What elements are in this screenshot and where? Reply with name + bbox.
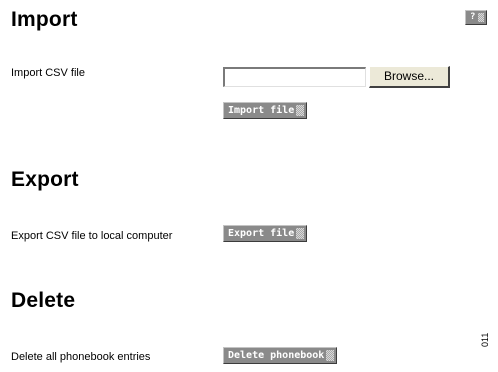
delete-phonebook-button[interactable]: Delete phonebook [223,347,338,364]
grip-icon [296,228,305,239]
grip-icon [326,350,335,361]
delete-heading: Delete [11,289,76,312]
grip-icon [296,105,305,116]
delete-entries-label: Delete all phonebook entries [11,351,151,363]
delete-phonebook-button-label: Delete phonebook [228,350,325,361]
export-file-button[interactable]: Export file [223,225,308,242]
browse-button[interactable]: Browse... [369,66,450,88]
figure-id: 011 [480,332,490,347]
import-csv-label: Import CSV file [11,67,85,79]
import-heading: Import [11,8,78,31]
import-file-button[interactable]: Import file [223,102,308,119]
export-heading: Export [11,168,79,191]
export-csv-label: Export CSV file to local computer [11,230,173,242]
import-file-button-label: Import file [228,105,295,116]
import-file-path-input[interactable] [223,67,366,87]
export-file-button-label: Export file [228,228,295,239]
grip-icon [478,13,484,22]
help-button[interactable]: ? [465,10,487,25]
help-button-label: ? [470,12,476,22]
